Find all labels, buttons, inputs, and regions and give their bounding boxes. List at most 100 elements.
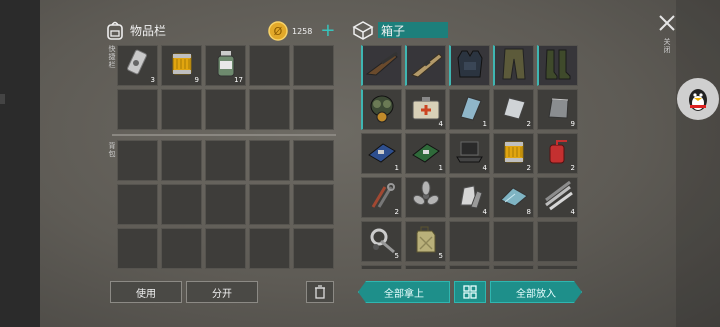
empty-slot[interactable] [537,221,578,262]
slot-glass-pile[interactable]: 8 [493,177,534,218]
add-coins-button[interactable]: + [320,22,335,40]
empty-slot[interactable] [117,89,158,130]
empty-slot[interactable] [405,265,446,269]
put-all-button[interactable]: 全部放入 [490,281,582,303]
slot-tools[interactable]: 2 [361,177,402,218]
empty-slot[interactable] [161,184,202,225]
slot-duct-tape[interactable]: 3 [117,45,158,86]
slot-propeller[interactable] [405,177,446,218]
slot-circuit-board-green[interactable]: 1 [405,133,446,174]
slot-rifle[interactable] [405,45,446,86]
backpack-grid [117,140,334,269]
slot-medkit[interactable]: 4 [405,89,446,130]
empty-slot[interactable] [293,89,334,130]
empty-slot[interactable] [249,184,290,225]
svg-text:Ø: Ø [274,25,283,38]
empty-slot[interactable] [161,228,202,269]
empty-slot[interactable] [205,89,246,130]
slot-glass-sheet[interactable]: 1 [449,89,490,130]
propeller-icon [411,180,441,215]
use-button[interactable]: 使用 [110,281,182,303]
close-label[interactable]: 关闭 [662,38,672,54]
empty-slot[interactable] [449,221,490,262]
item-count: 2 [526,164,531,172]
empty-slot[interactable] [293,184,334,225]
take-all-button[interactable]: 全部拿上 [358,281,450,303]
section-divider [112,134,336,136]
slot-laptop[interactable]: 4 [449,133,490,174]
empty-slot[interactable] [161,140,202,181]
slot-armor-vest[interactable] [449,45,490,86]
glass-sheet-icon [455,93,485,127]
item-count: 9 [194,76,199,84]
empty-slot[interactable] [117,228,158,269]
close-button[interactable] [658,14,676,32]
slot-shotgun[interactable] [361,45,402,86]
item-count: 1 [482,120,487,128]
slot-oil-filter[interactable]: 2 [493,133,534,174]
empty-slot[interactable] [293,45,334,86]
empty-slot[interactable] [249,228,290,269]
item-count: 2 [526,120,531,128]
parts-bundle-icon [367,225,397,259]
item-count: 2 [570,164,575,172]
empty-slot[interactable] [493,265,534,269]
slot-metal-scraps[interactable]: 4 [449,177,490,218]
item-count: 3 [150,76,155,84]
slot-pills-bottle[interactable]: 17 [205,45,246,86]
edge-marker [0,94,5,104]
metal-scraps-icon [455,181,485,215]
slot-oil-filter[interactable]: 9 [161,45,202,86]
chat-avatar-button[interactable] [677,78,719,120]
empty-slot[interactable] [205,184,246,225]
red-canister-icon [543,137,573,171]
medkit-icon [410,94,442,126]
slot-steel-plate[interactable]: 9 [537,89,578,130]
backpack-label: 背包 [108,142,116,158]
slot-circuit-board-blue[interactable]: 1 [361,133,402,174]
empty-slot[interactable] [493,221,534,262]
box-title-field: 箱子 [378,22,448,38]
discard-button[interactable] [306,281,334,303]
empty-slot[interactable] [293,140,334,181]
grid-sort-icon [463,285,477,299]
slot-gas-mask[interactable] [361,89,402,130]
slot-jerrycan[interactable]: 5 [405,221,446,262]
item-count: 4 [482,208,487,216]
empty-slot[interactable] [293,228,334,269]
oil-filter-icon [170,50,194,82]
slot-boots[interactable] [537,45,578,86]
trash-icon [315,285,325,299]
empty-slot[interactable] [249,89,290,130]
empty-slot[interactable] [249,45,290,86]
slot-pipes[interactable]: 4 [537,177,578,218]
slot-parts-bundle[interactable]: 5 [361,221,402,262]
split-button[interactable]: 分开 [186,281,258,303]
empty-slot[interactable] [537,265,578,269]
empty-slot[interactable] [249,140,290,181]
sort-button[interactable] [454,281,486,303]
coin-icon: Ø [268,21,288,41]
empty-slot[interactable] [205,140,246,181]
slot-metal-sheet[interactable]: 2 [493,89,534,130]
slot-pants[interactable] [493,45,534,86]
item-count: 5 [394,252,399,260]
empty-slot[interactable] [161,89,202,130]
glass-pile-icon [498,182,530,214]
close-icon [659,15,675,31]
slot-red-canister[interactable]: 2 [537,133,578,174]
pants-icon [500,47,528,85]
item-count: 9 [570,120,575,128]
laptop-icon [454,138,486,170]
empty-slot[interactable] [117,140,158,181]
inventory-title: 物品栏 [130,23,167,38]
item-count: 8 [526,208,531,216]
empty-slot[interactable] [449,265,490,269]
empty-slot[interactable] [117,184,158,225]
backpack-icon [107,21,123,40]
empty-slot[interactable] [361,265,402,269]
hotbar-grid: 3 9 17 [117,45,334,130]
steel-plate-icon [543,93,573,127]
item-count: 17 [234,76,243,84]
empty-slot[interactable] [205,228,246,269]
